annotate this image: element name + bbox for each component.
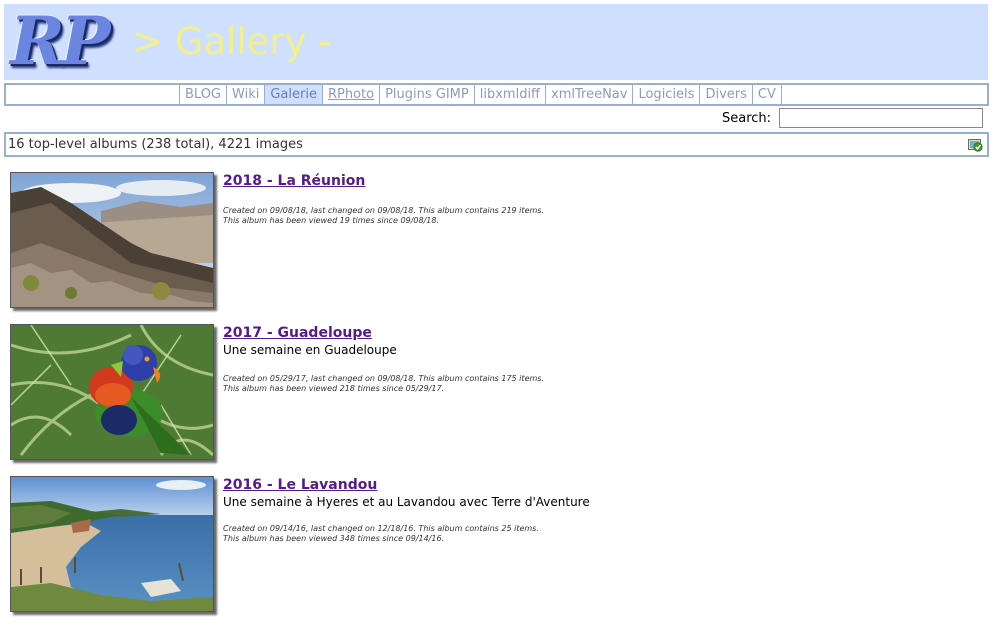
album-description: Une semaine à Hyeres et au Lavandou avec… [223, 495, 590, 509]
nav-item-libxmldiff[interactable]: libxmldiff [473, 85, 545, 104]
album-summary: 16 top-level albums (238 total), 4221 im… [8, 137, 303, 152]
album-item: 2018 - La Réunion Created on 09/08/18, l… [10, 172, 910, 312]
nav-item-logiciels[interactable]: Logiciels [632, 85, 699, 104]
album-meta-created: Created on 05/29/17, last changed on 09/… [223, 374, 544, 383]
nav-bar: BLOG Wiki Galerie RPhoto Plugins GIMP li… [4, 83, 989, 106]
album-meta-created: Created on 09/08/18, last changed on 09/… [223, 206, 544, 215]
nav-item-blog[interactable]: BLOG [179, 85, 226, 104]
album-meta-views: This album has been viewed 218 times sin… [223, 384, 445, 393]
nav-item-rphoto[interactable]: RPhoto [321, 85, 379, 104]
album-thumbnail[interactable] [10, 476, 214, 612]
album-meta-created: Created on 09/14/16, last changed on 12/… [223, 524, 539, 533]
album-meta-views: This album has been viewed 348 times sin… [223, 534, 445, 543]
nav-item-divers[interactable]: Divers [699, 85, 751, 104]
nav-item-galerie[interactable]: Galerie [264, 85, 322, 104]
page-title: > Gallery - [132, 20, 332, 63]
album-thumbnail[interactable] [10, 324, 214, 460]
page-header: RP > Gallery - [4, 2, 988, 80]
nav-item-wiki[interactable]: Wiki [226, 85, 264, 104]
slideshow-icon[interactable] [968, 137, 983, 152]
summary-bar: 16 top-level albums (238 total), 4221 im… [4, 132, 989, 157]
nav-item-xmltreenav[interactable]: xmlTreeNav [545, 85, 632, 104]
album-thumbnail[interactable] [10, 172, 214, 308]
site-logo[interactable]: RP [10, 0, 120, 84]
album-item: 2017 - Guadeloupe Une semaine en Guadelo… [10, 324, 910, 464]
album-meta-views: This album has been viewed 19 times sinc… [223, 216, 439, 225]
album-title-link[interactable]: 2018 - La Réunion [223, 172, 365, 190]
nav-menu: BLOG Wiki Galerie RPhoto Plugins GIMP li… [179, 85, 782, 104]
album-title-link[interactable]: 2016 - Le Lavandou [223, 476, 377, 494]
nav-item-plugins-gimp[interactable]: Plugins GIMP [379, 85, 474, 104]
nav-item-cv[interactable]: CV [751, 85, 782, 104]
album-title-link[interactable]: 2017 - Guadeloupe [223, 324, 372, 342]
album-description: Une semaine en Guadeloupe [223, 343, 397, 357]
album-item: 2016 - Le Lavandou Une semaine à Hyeres … [10, 476, 910, 616]
search-label: Search: [722, 111, 772, 126]
search-input[interactable] [779, 108, 983, 128]
